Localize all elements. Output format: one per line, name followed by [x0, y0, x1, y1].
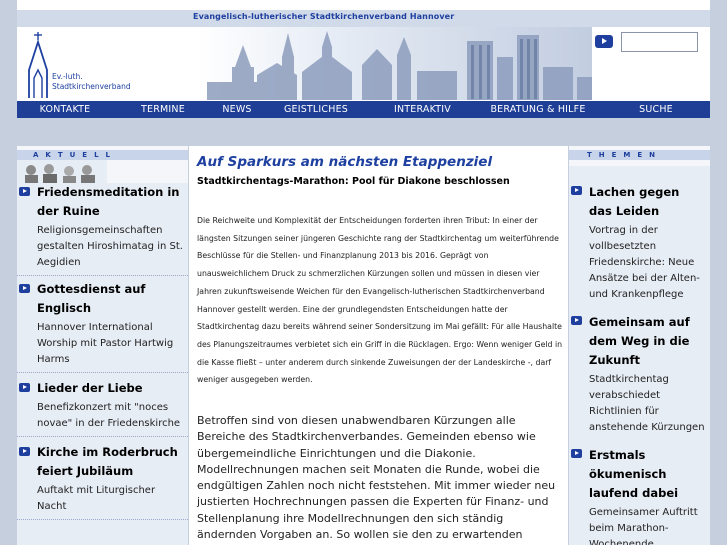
themen-header: THEMEN: [569, 146, 710, 166]
aktuell-sidebar: AKTUELL Friedensmeditation in der Ruine …: [17, 146, 188, 545]
aktuell-item-2[interactable]: Gottesdienst auf Englisch Hannover Inter…: [17, 276, 188, 373]
arrow-bullet-icon: [19, 284, 30, 293]
article-body-text: Betroffen sind von diesen unabwendbaren …: [197, 414, 556, 545]
nav-geistliches[interactable]: GEISTLICHES: [261, 101, 371, 118]
themen-item-title[interactable]: Lachen gegen das Leiden: [589, 166, 706, 221]
search-go-icon[interactable]: [595, 35, 613, 48]
aktuell-item-title[interactable]: Kirche im Roderbruch feiert Jubiläum: [37, 443, 184, 481]
themen-item-title[interactable]: Erstmals ökumenisch laufend dabei: [589, 446, 706, 503]
nav-termine[interactable]: TERMINE: [113, 101, 213, 118]
themen-item-text: Vortrag in der vollbesetzten Friedenskir…: [589, 225, 700, 300]
aktuell-item-text: Benefizkonzert mit "noces novae" in der …: [37, 402, 181, 429]
themen-item-title[interactable]: Gemeinsam auf dem Weg in die Zukunft: [589, 313, 706, 370]
themen-item-2[interactable]: Gemeinsam auf dem Weg in die Zukunft Sta…: [569, 313, 710, 446]
nav-suche[interactable]: SUCHE: [602, 101, 710, 118]
search-input[interactable]: [621, 32, 698, 52]
themen-item-3[interactable]: Erstmals ökumenisch laufend dabei Gemein…: [569, 446, 710, 545]
article-lead-text: Die Reichweite und Komplexität der Entsc…: [197, 216, 563, 385]
article-headline: Auf Sparkurs am nächsten Etappenziel: [197, 154, 493, 170]
aktuell-item-4[interactable]: Kirche im Roderbruch feiert Jubiläum Auf…: [17, 437, 188, 520]
article: Auf Sparkurs am nächsten Etappenziel Sta…: [189, 146, 568, 545]
logo-text: Ev.-luth. Stadtkirchenverband: [52, 72, 131, 92]
aktuell-item-3[interactable]: Lieder der Liebe Benefizkonzert mit "noc…: [17, 373, 188, 437]
nav-news[interactable]: NEWS: [213, 101, 261, 118]
themen-item-text: Gemeinsamer Auftritt beim Marathon-Woche…: [589, 507, 698, 545]
aktuell-item-text: Auftakt mit Liturgischer Nacht: [37, 485, 156, 512]
city-skyline-image: [197, 27, 592, 100]
aktuell-item-1[interactable]: Friedensmeditation in der Ruine Religion…: [17, 183, 188, 276]
organization-title: Evangelisch-lutherischer Stadtkirchenver…: [193, 12, 455, 21]
nav-interaktiv[interactable]: INTERAKTIV: [371, 101, 474, 118]
themen-item-1[interactable]: Lachen gegen das Leiden Vortrag in der v…: [569, 166, 710, 313]
themen-sidebar: THEMEN Lachen gegen das Leiden Vortrag i…: [569, 146, 710, 545]
arrow-bullet-icon: [19, 383, 30, 392]
nav-beratung-hilfe[interactable]: BERATUNG & HILFE: [474, 101, 602, 118]
top-bar: Evangelisch-lutherischer Stadtkirchenver…: [17, 10, 710, 27]
article-subheadline: Stadtkirchentags-Marathon: Pool für Diak…: [197, 176, 510, 187]
arrow-bullet-icon: [571, 449, 582, 458]
aktuell-item-title[interactable]: Lieder der Liebe: [37, 379, 184, 398]
main-navigation: KONTAKTE TERMINE NEWS GEISTLICHES INTERA…: [17, 101, 710, 118]
people-photo-icon: [17, 160, 107, 183]
aktuell-item-title[interactable]: Gottesdienst auf Englisch: [37, 280, 184, 318]
logo-line-1: Ev.-luth.: [52, 72, 83, 81]
arrow-bullet-icon: [571, 186, 582, 195]
logo-line-2: Stadtkirchenverband: [52, 82, 131, 91]
arrow-bullet-icon: [19, 187, 30, 196]
aktuell-header: AKTUELL: [17, 146, 188, 183]
aktuell-item-text: Religionsgemeinschaften gestalten Hirosh…: [37, 225, 183, 268]
aktuell-item-title[interactable]: Friedensmeditation in der Ruine: [37, 183, 184, 221]
themen-label: THEMEN: [587, 151, 663, 159]
aktuell-item-text: Hannover International Worship mit Pasto…: [37, 322, 174, 365]
arrow-bullet-icon: [19, 447, 30, 456]
header: Evangelisch-lutherischer Stadtkirchenver…: [17, 0, 710, 101]
logo[interactable]: Ev.-luth. Stadtkirchenverband: [27, 30, 187, 100]
page: Evangelisch-lutherischer Stadtkirchenver…: [0, 0, 727, 545]
arrow-bullet-icon: [571, 316, 582, 325]
aktuell-label: AKTUELL: [33, 151, 118, 159]
nav-kontakte[interactable]: KONTAKTE: [17, 101, 113, 118]
themen-item-text: Stadtkirchentag verabschiedet Richtlinie…: [589, 374, 705, 433]
search-area: [592, 27, 710, 100]
